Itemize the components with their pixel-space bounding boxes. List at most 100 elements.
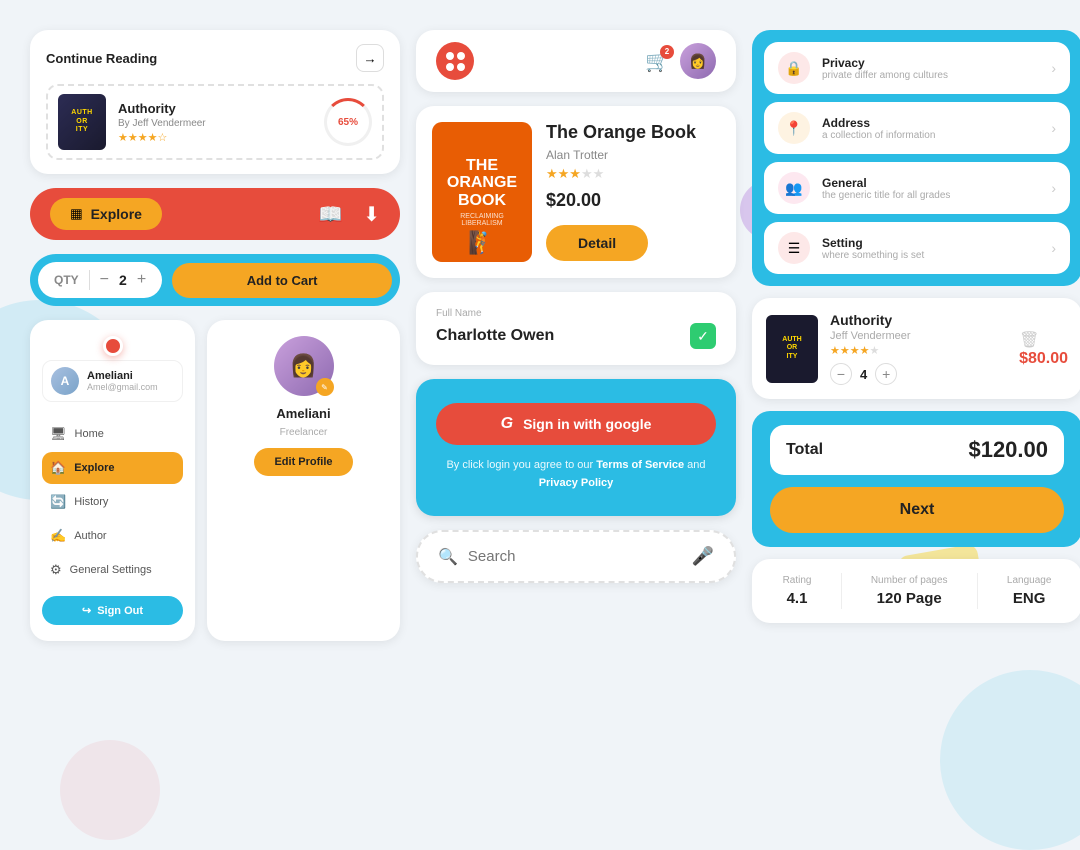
general-text: General the generic title for all grades xyxy=(822,176,1039,201)
search-input[interactable] xyxy=(468,548,682,565)
total-row: Total $120.00 xyxy=(770,425,1064,475)
add-to-cart-button[interactable]: Add to Cart xyxy=(172,263,392,298)
profile-role: Freelancer xyxy=(280,427,328,438)
settings-item-privacy[interactable]: 🔒 Privacy private differ among cultures … xyxy=(764,42,1070,94)
cart-item-trash-btn[interactable]: 🗑 xyxy=(1019,330,1039,350)
rating-label: Rating xyxy=(783,575,812,586)
column-1: Continue Reading → AUTH OR ITY Authority… xyxy=(30,30,400,641)
privacy-icon-wrap: 🔒 xyxy=(778,52,810,84)
continue-reading-arrow-btn[interactable]: → xyxy=(356,44,384,72)
settings-item-general[interactable]: 👥 General the generic title for all grad… xyxy=(764,162,1070,214)
book-icon[interactable]: 📖 xyxy=(318,202,343,227)
google-signin-button[interactable]: G Sign in with google xyxy=(436,403,716,445)
terms-prefix: By click login you agree to our xyxy=(446,459,596,471)
search-bar: 🔍 🎤 xyxy=(416,530,736,583)
full-name-value[interactable]: Charlotte Owen xyxy=(436,327,554,345)
progress-value: 65% xyxy=(338,117,358,128)
settings-item-setting[interactable]: ☰ Setting where something is set › xyxy=(764,222,1070,274)
book-cover-authority: AUTH OR ITY xyxy=(58,94,106,150)
download-icon[interactable]: ⬇ xyxy=(363,202,380,227)
profile-avatar-wrap: 👩 ✎ xyxy=(274,336,334,396)
sidebar-user-info: Ameliani Amel@gmail.com xyxy=(87,370,158,392)
address-icon: 📍 xyxy=(785,120,802,137)
terms-link1[interactable]: Terms of Service xyxy=(596,459,684,471)
cover-subtitle: RECLAIMING LIBERALISM xyxy=(440,213,524,227)
book-stats-card: Rating 4.1 Number of pages 120 Page Lang… xyxy=(752,559,1080,623)
book-cover-text-2: OR xyxy=(76,118,88,126)
sidebar-item-home[interactable]: 🖥 Home xyxy=(42,418,183,450)
explore-bar: ▦ Explore 📖 ⬇ xyxy=(30,188,400,240)
rating-value: 4.1 xyxy=(787,590,808,607)
general-icon: 👥 xyxy=(785,180,802,197)
sidebar-card: A Ameliani Amel@gmail.com 🖥 Home 🏠 Explo… xyxy=(30,320,195,641)
cart-item-title: Authority xyxy=(830,312,1007,328)
book-cover-text-3: ITY xyxy=(76,126,88,134)
sidebar-item-author[interactable]: ✍ Author xyxy=(42,520,183,552)
sidebar-menu: 🖥 Home 🏠 Explore 🔄 History ✍ Author xyxy=(42,418,183,586)
setting-icon-wrap: ☰ xyxy=(778,232,810,264)
cart-item-stars: ★★★★★ xyxy=(830,344,1007,357)
edit-profile-button[interactable]: Edit Profile xyxy=(254,448,352,476)
cart-item-info: Authority Jeff Vendermeer ★★★★★ − 4 + xyxy=(830,312,1007,385)
book-price: $20.00 xyxy=(546,190,720,211)
progress-circle: 65% xyxy=(324,98,372,146)
general-desc: the generic title for all grades xyxy=(822,190,1039,201)
general-name: General xyxy=(822,176,1039,190)
qty-cart-bar: QTY − 2 + Add to Cart xyxy=(30,254,400,306)
stat-rating: Rating 4.1 xyxy=(783,575,812,607)
general-chevron-icon: › xyxy=(1051,180,1056,196)
privacy-desc: private differ among cultures xyxy=(822,70,1039,81)
setting-chevron-icon: › xyxy=(1051,240,1056,256)
qty-minus-btn[interactable]: − xyxy=(100,271,109,289)
qty-box: QTY − 2 + xyxy=(38,262,162,298)
explore-button[interactable]: ▦ Explore xyxy=(50,198,162,230)
bg-circle-teal xyxy=(940,670,1080,850)
app-bar-right: 🛒 2 👩 xyxy=(645,43,716,79)
cart-cover-text2: OR xyxy=(782,344,801,352)
sidebar-item-settings[interactable]: ⚙ General Settings xyxy=(42,554,183,586)
server-icon: ▦ xyxy=(70,206,83,222)
detail-button[interactable]: Detail xyxy=(546,225,648,261)
terms-link2[interactable]: Privacy Policy xyxy=(539,477,614,489)
sidebar-user-row[interactable]: A Ameliani Amel@gmail.com xyxy=(42,360,183,402)
google-signin-label: Sign in with google xyxy=(523,416,651,432)
pages-value: 120 Page xyxy=(877,590,942,607)
full-name-label: Full Name xyxy=(436,308,716,319)
book-title: The Orange Book xyxy=(546,122,720,144)
qty-plus-btn[interactable]: + xyxy=(137,271,146,289)
bg-circle-pink xyxy=(60,740,160,840)
stat-divider-1 xyxy=(841,573,842,609)
setting-text: Setting where something is set xyxy=(822,236,1039,261)
settings-item-address[interactable]: 📍 Address a collection of information › xyxy=(764,102,1070,154)
user-avatar-bar[interactable]: 👩 xyxy=(680,43,716,79)
microphone-icon[interactable]: 🎤 xyxy=(692,546,714,567)
signout-icon: ↪ xyxy=(82,604,91,617)
column-3: 🔒 Privacy private differ among cultures … xyxy=(752,30,1080,641)
cart-qty-minus-btn[interactable]: − xyxy=(830,363,852,385)
author-icon: ✍ xyxy=(50,528,66,544)
cart-icon-wrap[interactable]: 🛒 2 xyxy=(645,49,670,74)
cover-figure: 🧗 xyxy=(468,230,495,256)
search-icon: 🔍 xyxy=(438,547,458,567)
cart-badge: 2 xyxy=(660,45,674,59)
cart-book-cover: AUTH OR ITY xyxy=(766,315,818,383)
pages-label: Number of pages xyxy=(871,575,948,586)
next-button[interactable]: Next xyxy=(770,487,1064,533)
cover-line1: THE xyxy=(466,157,498,175)
address-icon-wrap: 📍 xyxy=(778,112,810,144)
book-product-card: THE ORANGE BOOK RECLAIMING LIBERALISM 🧗 … xyxy=(416,106,736,278)
sidebar-item-history[interactable]: 🔄 History xyxy=(42,486,183,518)
privacy-text: Privacy private differ among cultures xyxy=(822,56,1039,81)
language-label: Language xyxy=(1007,575,1052,586)
cart-qty-plus-btn[interactable]: + xyxy=(875,363,897,385)
explore-sidebar-icon: 🏠 xyxy=(50,460,66,476)
sidebar-item-explore[interactable]: 🏠 Explore xyxy=(42,452,183,484)
book-details: The Orange Book Alan Trotter ★★★★★ $20.0… xyxy=(546,122,720,262)
qty-separator xyxy=(89,270,90,290)
signin-card: G Sign in with google By click login you… xyxy=(416,379,736,516)
sign-out-button[interactable]: ↪ Sign Out xyxy=(42,596,183,625)
cart-item-card: AUTH OR ITY Authority Jeff Vendermeer ★★… xyxy=(752,298,1080,399)
app-logo-icon[interactable] xyxy=(436,42,474,80)
sidebar-avatar: A xyxy=(51,367,79,395)
cart-qty-row: − 4 + xyxy=(830,363,1007,385)
